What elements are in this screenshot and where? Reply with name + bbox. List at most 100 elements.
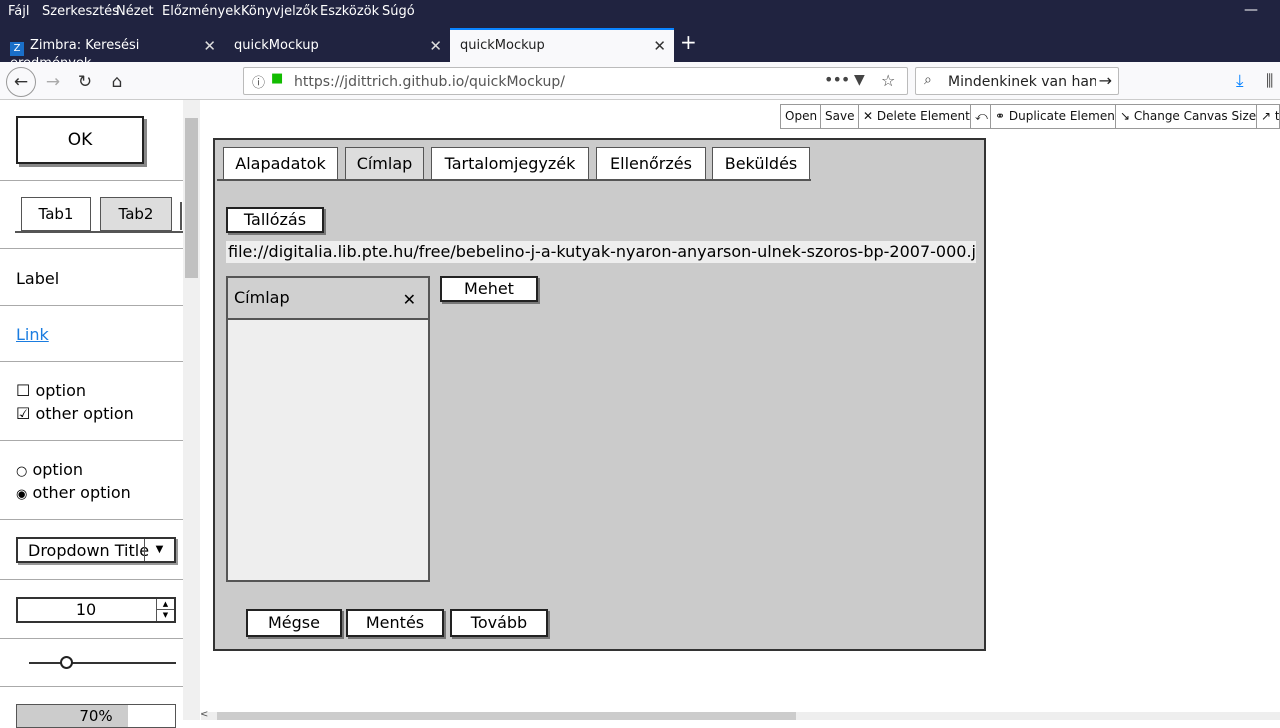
- go-button[interactable]: Mehet: [440, 276, 538, 302]
- dropdown-title: Dropdown Title: [28, 541, 150, 560]
- reload-icon[interactable]: ↻: [72, 69, 98, 95]
- search-go-icon[interactable]: →: [1099, 71, 1112, 90]
- menu-bar: Fájl Szerkesztés Nézet Előzmények Könyvj…: [0, 0, 1280, 24]
- browser-tab-quickmockup-active[interactable]: quickMockup ✕: [450, 28, 674, 62]
- zimbra-icon: Z: [10, 42, 24, 56]
- panel-title: Címlap: [234, 288, 290, 307]
- palette-checkbox-option[interactable]: ☐ option: [16, 381, 86, 400]
- palette-radio-option[interactable]: ○ option: [16, 460, 83, 479]
- navigation-bar: ← → ↻ ⌂ ⓘ ■ https://jdittrich.github.io/…: [0, 62, 1280, 100]
- bookmark-star-icon[interactable]: ☆: [881, 71, 895, 90]
- palette-spinner[interactable]: 10 ▲ ▼: [16, 597, 176, 623]
- info-icon[interactable]: ⓘ: [252, 72, 265, 91]
- url-text[interactable]: https://jdittrich.github.io/quickMockup/: [294, 74, 565, 90]
- mock-tab-baseline: [217, 179, 811, 181]
- divider: [0, 440, 183, 441]
- close-tab-icon[interactable]: ✕: [653, 37, 666, 55]
- palette-label[interactable]: Label: [16, 269, 59, 288]
- lock-icon: ■: [271, 71, 284, 86]
- palette-slider-track[interactable]: [29, 662, 176, 664]
- progress-label: 70%: [79, 707, 113, 725]
- palette-checkbox-other-option[interactable]: ☑ other option: [16, 404, 134, 423]
- browse-button[interactable]: Tallózás: [226, 207, 324, 233]
- divider: [0, 305, 183, 306]
- divider: [0, 248, 183, 249]
- panel-header: Címlap ✕: [228, 278, 428, 320]
- browser-tab-zimbra[interactable]: ZZimbra: Keresési eredmények ✕: [0, 30, 224, 71]
- mock-tab-ellenorzes[interactable]: Ellenőrzés: [596, 147, 706, 181]
- palette-slider-knob[interactable]: [59, 656, 73, 669]
- browser-tab-label: quickMockup: [460, 38, 545, 53]
- radio-label: other option: [32, 483, 131, 502]
- mock-tab-bekuldes[interactable]: Beküldés: [712, 147, 810, 181]
- library-icon[interactable]: ⫼: [1266, 71, 1273, 91]
- mock-tab-alapadatok[interactable]: Alapadatok: [223, 147, 338, 181]
- save-button[interactable]: Save: [820, 104, 860, 129]
- back-icon[interactable]: ←: [6, 67, 36, 97]
- menu-tools[interactable]: Eszközök: [320, 4, 379, 19]
- divider: [0, 686, 183, 687]
- menu-bookmarks[interactable]: Könyvjelzők: [241, 4, 318, 19]
- checkbox-label: option: [35, 381, 87, 400]
- cancel-button[interactable]: Mégse: [246, 609, 342, 637]
- spinner-value: 10: [75, 600, 97, 619]
- forward-icon[interactable]: →: [40, 69, 66, 95]
- checkbox-checked-icon: ☑: [16, 404, 31, 423]
- radio-unchecked-icon: ○: [16, 464, 28, 479]
- browser-tab-quickmockup[interactable]: quickMockup ✕: [224, 30, 450, 62]
- download-icon[interactable]: ⤓: [1236, 71, 1244, 91]
- search-icon: ⌕: [924, 72, 932, 88]
- delete-element-button[interactable]: ✕ Delete Element: [858, 104, 975, 129]
- palette-button[interactable]: OK: [16, 116, 144, 164]
- palette-link[interactable]: Link: [16, 325, 49, 344]
- save-mock-button[interactable]: Mentés: [346, 609, 444, 637]
- palette-tab-1[interactable]: Tab1: [21, 197, 91, 231]
- element-palette: OK Tab1 Tab2 Label Link ☐ option ☑ other…: [0, 100, 200, 728]
- close-tab-icon[interactable]: ✕: [429, 37, 442, 55]
- menu-help[interactable]: Súgó: [382, 4, 415, 19]
- menu-file[interactable]: Fájl: [8, 4, 29, 19]
- divider: [0, 579, 183, 580]
- page-actions-icon[interactable]: •••: [824, 70, 850, 89]
- file-path-field[interactable]: file://digitalia.lib.pte.hu/free/bebelin…: [226, 241, 976, 263]
- close-icon[interactable]: ✕: [403, 290, 416, 309]
- duplicate-element-button[interactable]: ⚭ Duplicate Element: [990, 104, 1125, 129]
- tab-edge: [180, 202, 182, 230]
- next-button[interactable]: Tovább: [450, 609, 548, 637]
- search-input[interactable]: Mindenkinek van hangja: [948, 74, 1096, 90]
- cover-panel: Címlap ✕: [226, 276, 430, 582]
- canvas-hscroll-thumb[interactable]: [217, 712, 796, 720]
- mock-tab-tartalomjegyzek[interactable]: Tartalomjegyzék: [431, 147, 589, 181]
- url-bar[interactable]: ⓘ ■ https://jdittrich.github.io/quickMoc…: [243, 67, 908, 95]
- minimize-icon[interactable]: —: [1244, 2, 1258, 18]
- new-tab-icon[interactable]: +: [680, 30, 697, 54]
- mock-tab-cimlap[interactable]: Címlap: [345, 147, 424, 181]
- browser-tabstrip: ZZimbra: Keresési eredmények ✕ quickMock…: [0, 24, 1280, 71]
- search-bar[interactable]: ⌕ Mindenkinek van hangja →: [915, 67, 1119, 95]
- radio-label: option: [32, 460, 84, 479]
- browser-tab-label: quickMockup: [234, 38, 319, 53]
- chevron-down-icon: ▼: [144, 539, 174, 561]
- change-canvas-size-button[interactable]: ↘ Change Canvas Size: [1115, 104, 1262, 129]
- pocket-icon[interactable]: ▼: [854, 72, 865, 88]
- palette-progress-bar[interactable]: 70%: [16, 704, 176, 728]
- menu-view[interactable]: Nézet: [116, 4, 154, 19]
- checkbox-label: other option: [35, 404, 134, 423]
- palette-tab-2[interactable]: Tab2: [100, 197, 172, 231]
- divider: [0, 519, 183, 520]
- tab-baseline: [15, 231, 183, 233]
- close-tab-icon[interactable]: ✕: [203, 37, 216, 55]
- palette-scrollbar-thumb[interactable]: [185, 118, 198, 278]
- scroll-left-icon[interactable]: <: [200, 709, 208, 720]
- menu-edit[interactable]: Szerkesztés: [42, 4, 119, 19]
- divider: [0, 361, 183, 362]
- divider: [0, 638, 183, 639]
- palette-radio-other-option[interactable]: ◉ other option: [16, 483, 131, 502]
- open-button[interactable]: Open: [780, 104, 823, 129]
- palette-dropdown[interactable]: Dropdown Title ▼: [16, 537, 176, 563]
- spinner-up-icon[interactable]: ▲: [156, 599, 174, 610]
- menu-history[interactable]: Előzmények: [162, 4, 241, 19]
- spinner-down-icon[interactable]: ▼: [156, 610, 174, 621]
- toolbar-overflow-button[interactable]: ↗ t: [1256, 104, 1280, 129]
- home-icon[interactable]: ⌂: [104, 69, 130, 95]
